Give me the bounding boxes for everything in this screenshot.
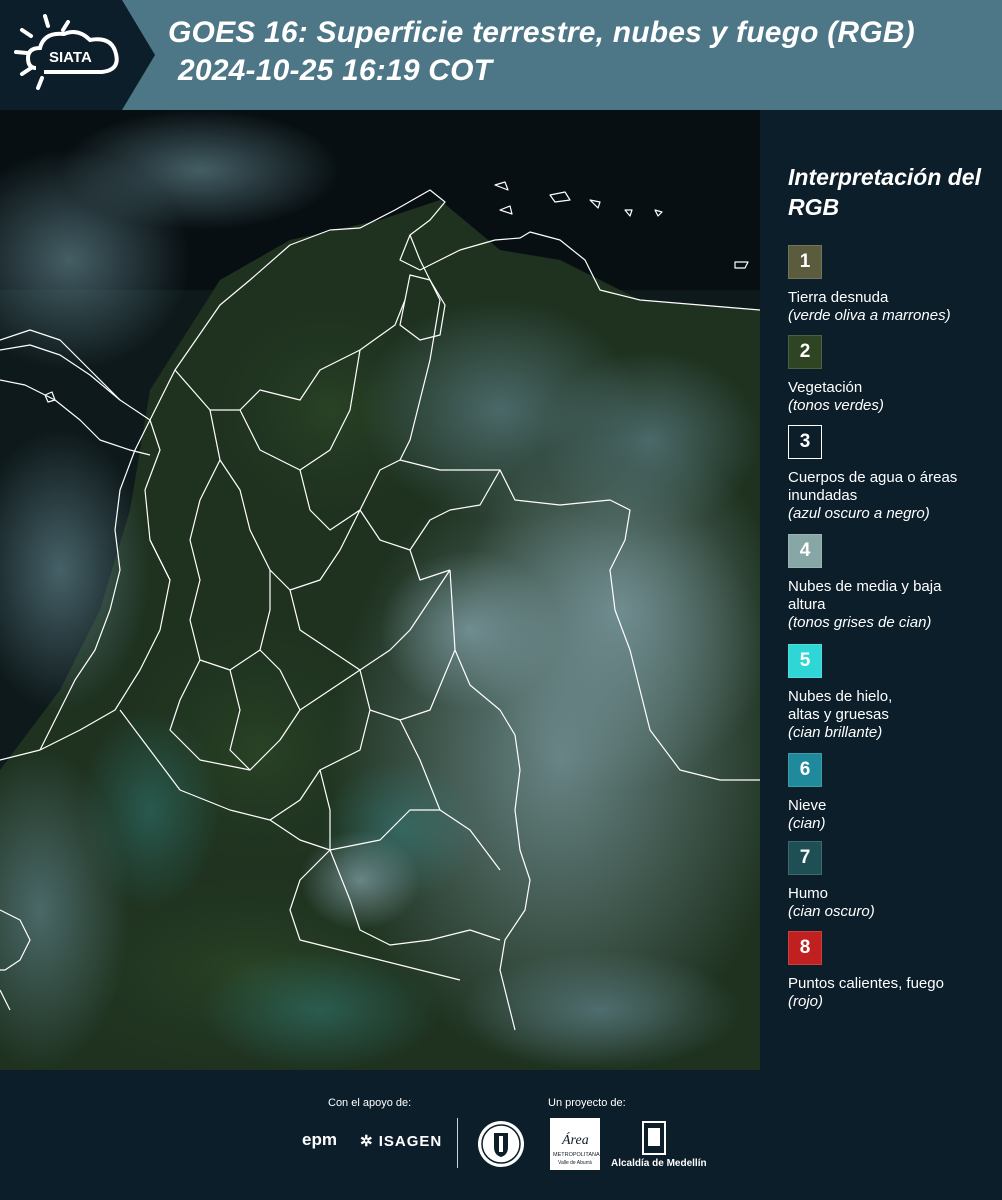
legend-item-sub: (cian brillante)	[788, 724, 883, 741]
title-line-1: GOES 16: Superficie terrestre, nubes y f…	[168, 16, 915, 49]
area-logo-valley: Valle de Aburrá	[558, 1160, 592, 1166]
header-bar: SIATA GOES 16: Superficie terrestre, nub…	[0, 0, 1002, 110]
legend-item-sub: (cian)	[788, 815, 826, 832]
legend-swatch: 4	[788, 534, 822, 568]
legend-item-sub: (verde oliva a marrones)	[788, 307, 951, 324]
legend-item-label: Vegetación	[788, 379, 863, 396]
isagen-star-icon: ✲	[360, 1133, 374, 1150]
legend-panel: Interpretación del RGB 1 Tierra desnuda …	[760, 110, 1002, 1070]
isagen-logo-text: ISAGEN	[378, 1133, 443, 1150]
legend-item-mid-low-clouds: 4 Nubes de media y baja altura (tonos gr…	[788, 534, 998, 632]
legend-item-label: Nieve	[788, 797, 827, 814]
area-logo-title: Área	[561, 1131, 589, 1148]
legend-item-sub: (tonos verdes)	[788, 397, 884, 414]
legend-item-sub: (cian oscuro)	[788, 903, 875, 920]
legend-item-label: Humo	[788, 885, 829, 902]
legend-item-bare-land: 1 Tierra desnuda (verde oliva a marrones…	[788, 245, 998, 325]
medellin-label: Alcaldía de Medellín	[611, 1158, 707, 1169]
legend-item-label: Nubes de hielo, altas y gruesas	[788, 688, 893, 723]
area-logo-subtitle: METROPOLITANA	[553, 1152, 600, 1158]
satellite-map	[0, 110, 760, 1070]
area-metropolitana-logo: Área METROPOLITANA Valle de Aburrá	[550, 1118, 600, 1170]
legend-swatch: 3	[788, 425, 822, 459]
legend-swatch: 1	[788, 245, 822, 279]
isagen-logo: ✲ ISAGEN	[360, 1132, 442, 1150]
legend-item-smoke: 7 Humo (cian oscuro)	[788, 841, 998, 921]
project-label: Un proyecto de:	[548, 1097, 626, 1109]
legend-item-label: Tierra desnuda	[788, 289, 889, 306]
legend-item-water: 3 Cuerpos de agua o áreas inundadas (azu…	[788, 425, 998, 523]
epm-logo: epm	[302, 1130, 337, 1149]
medellin-crest-icon	[640, 1120, 668, 1161]
legend-item-snow: 6 Nieve (cian)	[788, 753, 998, 833]
footer-divider	[457, 1118, 458, 1168]
legend-item-sub: (azul oscuro a negro)	[788, 505, 930, 522]
siata-logo-text: SIATA	[49, 49, 92, 66]
footer: Con el apoyo de: Un proyecto de: epm ✲ I…	[0, 1070, 1002, 1200]
legend-item-label: Puntos calientes, fuego	[788, 975, 944, 992]
legend-item-sub: (tonos grises de cian)	[788, 614, 932, 631]
legend-item-fire: 8 Puntos calientes, fuego (rojo)	[788, 931, 998, 1011]
page-title: GOES 16: Superficie terrestre, nubes y f…	[168, 14, 915, 90]
legend-swatch: 5	[788, 644, 822, 678]
legend-item-label: Cuerpos de agua o áreas inundadas	[788, 469, 958, 504]
legend-swatch: 2	[788, 335, 822, 369]
legend-swatch: 7	[788, 841, 822, 875]
university-seal-icon	[476, 1119, 526, 1174]
legend-item-ice-clouds: 5 Nubes de hielo, altas y gruesas (cian …	[788, 644, 998, 742]
siata-logo: SIATA	[0, 0, 155, 110]
legend-item-sub: (rojo)	[788, 993, 824, 1010]
support-label: Con el apoyo de:	[328, 1097, 412, 1109]
title-timestamp: 2024-10-25 16:19 COT	[178, 54, 493, 87]
legend-item-vegetation: 2 Vegetación (tonos verdes)	[788, 335, 998, 415]
legend-swatch: 8	[788, 931, 822, 965]
legend-swatch: 6	[788, 753, 822, 787]
legend-item-label: Nubes de media y baja altura	[788, 578, 942, 613]
legend-title: Interpretación del RGB	[788, 164, 981, 220]
